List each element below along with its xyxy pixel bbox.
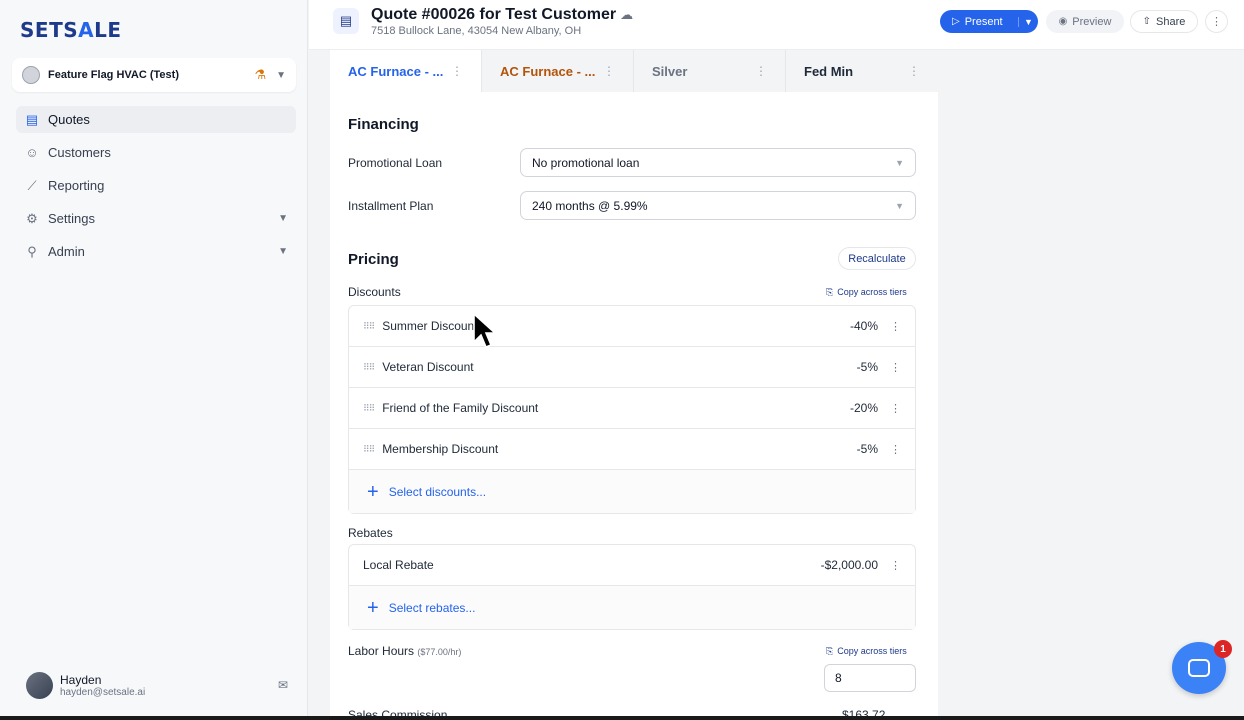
logo: SETSALE: [20, 18, 122, 42]
tab-tier-1[interactable]: AC Furnace - ... ⋮: [330, 50, 482, 92]
users-icon: ☺: [25, 145, 39, 160]
eye-icon: ◉: [1058, 16, 1068, 27]
promo-loan-select[interactable]: No promotional loan ▼: [520, 148, 916, 177]
page-title: Quote #00026 for Test Customer ☁: [371, 6, 634, 23]
drag-handle-icon[interactable]: ⠿⠿: [363, 321, 375, 332]
chevron-down-icon: ▼: [276, 69, 286, 81]
sidebar-nav: ▤ Quotes ☺ Customers ⟋ Reporting ⚙ Setti…: [16, 106, 296, 271]
org-switcher[interactable]: Feature Flag HVAC (Test) ⚗ ▼: [12, 58, 296, 92]
user-info: Hayden hayden@setsale.ai: [60, 673, 278, 698]
copy-icon: ⎘: [826, 287, 834, 297]
list-item[interactable]: ⠿⠿ Friend of the Family Discount -20% ⋮: [349, 388, 915, 429]
list-item[interactable]: ⠿⠿ Veteran Discount -5% ⋮: [349, 347, 915, 388]
app-frame: SETSALE Feature Flag HVAC (Test) ⚗ ▼ ▤ Q…: [0, 0, 1244, 716]
more-vertical-icon[interactable]: ⋮: [451, 64, 463, 78]
pricing-title: Pricing: [348, 251, 399, 268]
chevron-down-icon: ▼: [278, 213, 288, 224]
sidebar: SETSALE Feature Flag HVAC (Test) ⚗ ▼ ▤ Q…: [0, 0, 308, 716]
sidebar-item-reporting[interactable]: ⟋ Reporting: [16, 172, 296, 199]
more-vertical-icon[interactable]: ⋮: [890, 320, 901, 333]
more-vertical-icon[interactable]: ⋮: [890, 443, 901, 456]
more-vertical-icon[interactable]: ⋮: [890, 402, 901, 415]
present-button[interactable]: ▷ Present ▼: [940, 10, 1038, 33]
select-discounts-button[interactable]: + Select discounts...: [349, 470, 915, 513]
user-admin-icon: ⚲: [27, 243, 37, 259]
customer-address: 7518 Bullock Lane, 43054 New Albany, OH: [371, 25, 582, 37]
share-icon: ⇧: [1142, 16, 1152, 27]
inbox-icon[interactable]: ✉: [278, 678, 288, 692]
sidebar-item-customers[interactable]: ☺ Customers: [16, 139, 296, 166]
chat-widget-button[interactable]: 1: [1172, 640, 1232, 694]
sidebar-item-quotes[interactable]: ▤ Quotes: [16, 106, 296, 133]
rebates-list: Local Rebate -$2,000.00 ⋮ + Select rebat…: [348, 544, 916, 630]
discounts-label: Discounts: [348, 285, 401, 299]
drag-handle-icon[interactable]: ⠿⠿: [363, 444, 375, 455]
user-email: hayden@setsale.ai: [60, 686, 146, 698]
sidebar-item-label: Admin: [48, 244, 85, 259]
list-item[interactable]: ⠿⠿ Summer Discount -40% ⋮: [349, 306, 915, 347]
discounts-list: ⠿⠿ Summer Discount -40% ⋮ ⠿⠿ Veteran Dis…: [348, 305, 916, 514]
tab-tier-2[interactable]: AC Furnace - ... ⋮: [482, 50, 634, 92]
flask-icon: ⚗: [254, 67, 267, 82]
more-vertical-icon[interactable]: ⋮: [603, 64, 615, 78]
play-icon: ▷: [952, 16, 960, 27]
preview-button[interactable]: ◉ Preview: [1046, 10, 1124, 33]
copy-discounts-button[interactable]: ⎘ Copy across tiers: [826, 287, 907, 298]
labor-hours-label: Labor Hours ($77.00/hr): [348, 644, 462, 658]
recalculate-button[interactable]: Recalculate: [838, 247, 916, 270]
sales-commission-label: Sales Commission: [348, 708, 448, 716]
copy-icon: ⎘: [826, 646, 834, 656]
sidebar-item-label: Customers: [48, 145, 111, 160]
chat-icon: [1188, 659, 1210, 677]
user-name: Hayden: [60, 672, 102, 687]
more-vertical-icon[interactable]: ⋮: [890, 559, 901, 572]
list-item[interactable]: ⠿⠿ Membership Discount -5% ⋮: [349, 429, 915, 470]
chevron-down-icon[interactable]: ▼: [1018, 16, 1038, 27]
sidebar-item-label: Quotes: [48, 112, 90, 127]
more-vertical-icon[interactable]: ⋮: [890, 361, 901, 374]
tab-tier-3[interactable]: Silver ⋮: [634, 50, 786, 92]
plus-icon: +: [367, 480, 379, 503]
more-vertical-icon[interactable]: ⋮: [755, 64, 767, 78]
more-options-button[interactable]: ⋮: [1205, 10, 1228, 33]
notification-badge: 1: [1214, 640, 1232, 658]
avatar: [26, 671, 53, 699]
tier-tabs: AC Furnace - ... ⋮ AC Furnace - ... ⋮ Si…: [330, 50, 938, 92]
labor-rate: ($77.00/hr): [417, 647, 462, 657]
financing-title: Financing: [348, 116, 419, 133]
plus-icon: +: [367, 596, 379, 619]
sidebar-item-admin[interactable]: ⚲ Admin ▼: [16, 238, 296, 265]
document-icon: ▤: [333, 8, 359, 34]
sidebar-item-label: Settings: [48, 211, 95, 226]
rebates-label: Rebates: [348, 526, 393, 540]
mouse-cursor-icon: [473, 312, 496, 349]
tab-tier-4[interactable]: Fed Min ⋮: [786, 50, 938, 92]
org-avatar: [22, 66, 40, 84]
document-icon: ▤: [25, 111, 39, 127]
cloud-sync-icon: ☁: [620, 7, 634, 22]
sales-commission-value: $163.72: [842, 708, 886, 716]
chevron-down-icon: ▼: [278, 246, 288, 257]
installment-plan-select[interactable]: 240 months @ 5.99% ▼: [520, 191, 916, 220]
chevron-down-icon: ▼: [895, 157, 904, 168]
sidebar-item-settings[interactable]: ⚙ Settings ▼: [16, 205, 296, 232]
tier-panel: Financing Promotional Loan No promotiona…: [330, 92, 938, 716]
chart-icon: ⟋: [27, 177, 37, 193]
promo-loan-label: Promotional Loan: [348, 156, 443, 170]
top-bar: ▤ Quote #00026 for Test Customer ☁ 7518 B…: [309, 0, 1244, 50]
select-rebates-button[interactable]: + Select rebates...: [349, 586, 915, 629]
installment-plan-label: Installment Plan: [348, 199, 434, 213]
org-name: Feature Flag HVAC (Test): [48, 69, 179, 81]
labor-hours-input[interactable]: 8: [824, 664, 916, 692]
list-item[interactable]: Local Rebate -$2,000.00 ⋮: [349, 545, 915, 586]
drag-handle-icon[interactable]: ⠿⠿: [363, 362, 375, 373]
sidebar-item-label: Reporting: [48, 178, 105, 193]
chevron-down-icon: ▼: [895, 200, 904, 211]
more-vertical-icon[interactable]: ⋮: [908, 64, 920, 78]
share-button[interactable]: ⇧ Share: [1130, 10, 1198, 33]
gear-icon: ⚙: [26, 210, 38, 226]
user-profile[interactable]: Hayden hayden@setsale.ai ✉: [26, 670, 288, 700]
drag-handle-icon[interactable]: ⠿⠿: [363, 403, 375, 414]
copy-labor-button[interactable]: ⎘ Copy across tiers: [826, 646, 907, 657]
